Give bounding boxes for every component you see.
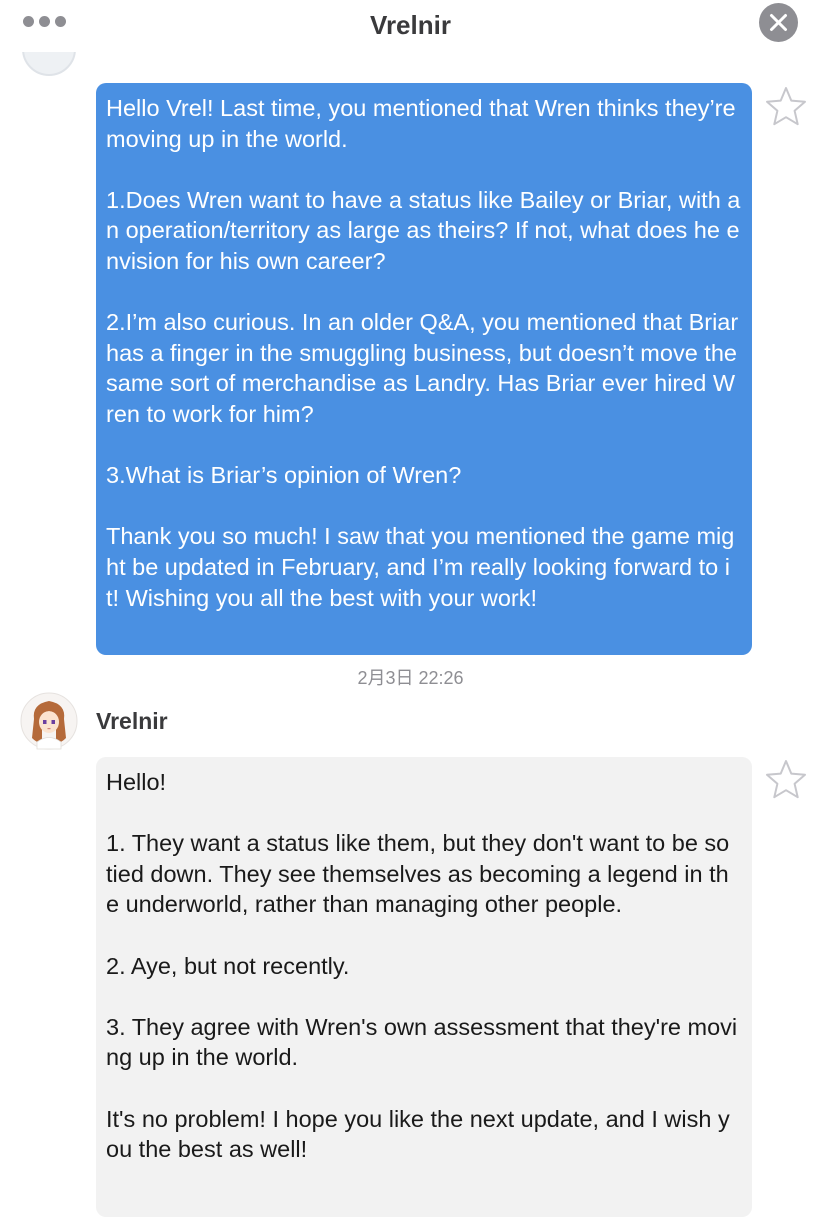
- star-icon[interactable]: [764, 758, 808, 802]
- sender-avatar[interactable]: [20, 692, 78, 750]
- outgoing-message-bubble[interactable]: Hello Vrel! Last time, you mentioned tha…: [96, 83, 752, 655]
- message-timestamp: 2月3日 22:26: [357, 668, 464, 688]
- close-icon: [770, 14, 787, 31]
- close-button[interactable]: [759, 3, 798, 42]
- sender-name: Vrelnir: [96, 708, 168, 734]
- star-icon[interactable]: [764, 85, 808, 129]
- chat-title: Vrelnir: [370, 10, 451, 40]
- chat-header: Vrelnir: [0, 0, 821, 52]
- incoming-message-bubble[interactable]: Hello! 1. They want a status like them, …: [96, 757, 752, 1217]
